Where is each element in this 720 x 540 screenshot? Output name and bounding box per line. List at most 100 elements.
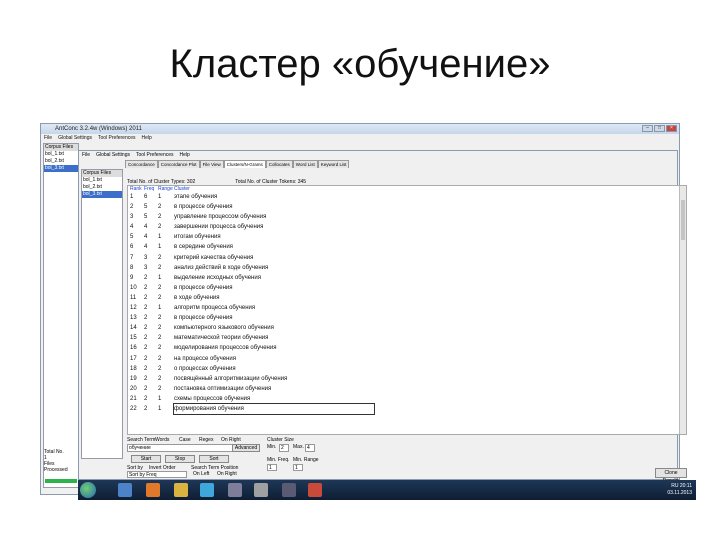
menu-file[interactable]: File [44,134,52,142]
rank-cell: 19 [130,375,137,382]
table-row[interactable]: 10 2 2 в процессе обучения [128,283,686,293]
tab-file-view[interactable]: File View [199,160,224,168]
on-right-radio[interactable]: On Right [217,471,237,477]
option-regex[interactable]: Regex [199,437,213,443]
scrollbar-thumb[interactable] [681,200,685,240]
table-row[interactable]: 8 3 2 анализ действий в ходе обучения [128,263,686,273]
option-words[interactable]: Words [155,437,169,443]
explorer-icon[interactable] [118,483,132,497]
cluster-cell: в процессе обучения [174,315,233,322]
range-cell: 2 [158,264,162,271]
table-row[interactable]: 19 2 2 посвящённый алгоритмизации обучения [128,374,686,384]
max-size-field[interactable]: 4 [305,444,315,452]
corpus-file-item[interactable]: bol_2.txt [44,158,78,165]
firefox-icon[interactable] [146,483,160,497]
corpus-file-item[interactable]: bol_3.txt [82,191,122,198]
folder-icon[interactable] [174,483,188,497]
freq-cell: 2 [144,325,148,332]
menu-help[interactable]: Help [180,151,190,159]
corpus-file-item[interactable]: bol_1.txt [82,177,122,184]
table-row[interactable]: 9 2 1 выделение исходных обучения [128,273,686,283]
table-row[interactable]: 3 5 2 управление процессом обучения [128,212,686,222]
table-row[interactable]: 16 2 2 моделирования процессов обучения [128,343,686,353]
freq-cell: 2 [144,375,148,382]
range-cell: 2 [158,365,162,372]
freq-cell: 4 [144,234,148,241]
table-row[interactable]: 2 5 2 в процессе обучения [128,202,686,212]
table-row[interactable]: 21 2 1 схемы процессов обучения [128,394,686,404]
freq-cell: 4 [144,244,148,251]
antconc-icon[interactable] [254,483,268,497]
cluster-cell: в ходе обучения [174,294,220,301]
tray-date: 03.11.2013 [667,490,692,496]
corpus-file-item[interactable]: bol_1.txt [44,151,78,158]
range-cell: 2 [158,345,162,352]
app-icon[interactable] [282,483,296,497]
close-icon[interactable]: × [666,125,677,132]
minimize-icon[interactable]: – [642,125,653,132]
table-row[interactable]: 7 3 2 критерий качества обучения [128,253,686,263]
min-range-field[interactable]: 1 [293,464,303,471]
cluster-cell: схемы процессов обучения [174,395,251,402]
system-tray[interactable]: RU 20:11 03.11.2013 [667,483,692,497]
option-on-right[interactable]: On Right [221,437,241,443]
on-left-radio[interactable]: On Left [193,471,209,477]
table-row[interactable]: 15 2 2 математической теории обучения [128,333,686,343]
chrome-icon[interactable] [200,483,214,497]
cluster-cell: анализ действий в ходе обучения [174,264,269,271]
menu-tool-preferences[interactable]: Tool Preferences [136,151,174,159]
freq-cell: 5 [144,204,148,211]
tab-keyword-list[interactable]: Keyword List [317,160,350,168]
range-cell: 2 [158,254,162,261]
powerpoint-icon[interactable] [308,483,322,497]
corpus-file-item[interactable]: bol_3.txt [44,165,78,172]
tray-language[interactable]: RU [671,483,678,489]
table-row[interactable]: 4 4 2 завершении процесса обучения [128,222,686,232]
menu-global-settings[interactable]: Global Settings [58,134,92,142]
range-cell: 2 [158,315,162,322]
menu-help[interactable]: Help [142,134,152,142]
advanced-button[interactable]: Advanced [232,444,260,452]
table-row[interactable]: 22 2 1 формирования обучения [128,402,686,416]
table-row[interactable]: 18 2 2 о процессах обучения [128,364,686,374]
tab-collocates[interactable]: Collocates [265,160,293,168]
menu-tool-preferences[interactable]: Tool Preferences [98,134,136,142]
option-case[interactable]: Case [179,437,191,443]
cluster-cell: управление процессом обучения [174,214,267,221]
clone-results-button[interactable]: Clone Results [655,468,687,484]
rank-cell: 18 [130,365,137,372]
rank-cell: 6 [130,244,134,251]
table-row[interactable]: 5 4 1 итогам обучения [128,232,686,242]
sort-by-select[interactable]: Sort by Freq [127,471,187,478]
stop-button[interactable]: Stop [165,455,195,463]
rank-cell: 15 [130,335,137,342]
sort-button[interactable]: Sort [199,455,229,463]
menu-global-settings[interactable]: Global Settings [96,151,130,159]
tab-word-list[interactable]: Word List [292,160,318,168]
cluster-cell: выделение исходных обучения [174,274,261,281]
tab-clusters[interactable]: Clusters/N-Grams [223,160,266,168]
media-icon[interactable] [228,483,242,497]
start-button[interactable]: Start [131,455,161,463]
freq-cell: 2 [144,305,148,312]
menu-file[interactable]: File [82,151,90,159]
table-row[interactable]: 14 2 2 компьютерного языкового обучения [128,323,686,333]
tab-concordance[interactable]: Concordance [125,160,158,168]
rank-cell: 17 [130,355,137,362]
table-row[interactable]: 6 4 1 в середине обучения [128,242,686,252]
maximize-icon[interactable]: □ [654,125,665,132]
table-row[interactable]: 1 6 1 этапе обучения [128,192,686,202]
start-button-icon[interactable] [80,482,96,498]
min-size-field[interactable]: 2 [279,444,289,452]
table-row[interactable]: 13 2 2 в процессе обучения [128,313,686,323]
table-scrollbar[interactable] [679,186,686,434]
table-row[interactable]: 20 2 2 постановка оптимизации обучения [128,384,686,394]
corpus-file-item[interactable]: bol_2.txt [82,184,122,191]
min-freq-field[interactable]: 1 [267,464,277,471]
table-row[interactable]: 11 2 2 в ходе обучения [128,293,686,303]
tab-concordance-plot[interactable]: Concordance Plot [157,160,200,168]
outer-titlebar[interactable]: AntConc 3.2.4w (Windows) 2011 – □ × [41,124,679,134]
taskbar: RU 20:11 03.11.2013 [78,480,696,500]
table-row[interactable]: 12 2 1 алгоритм процесса обучения [128,303,686,313]
table-row[interactable]: 17 2 2 на процессе обучения [128,354,686,364]
